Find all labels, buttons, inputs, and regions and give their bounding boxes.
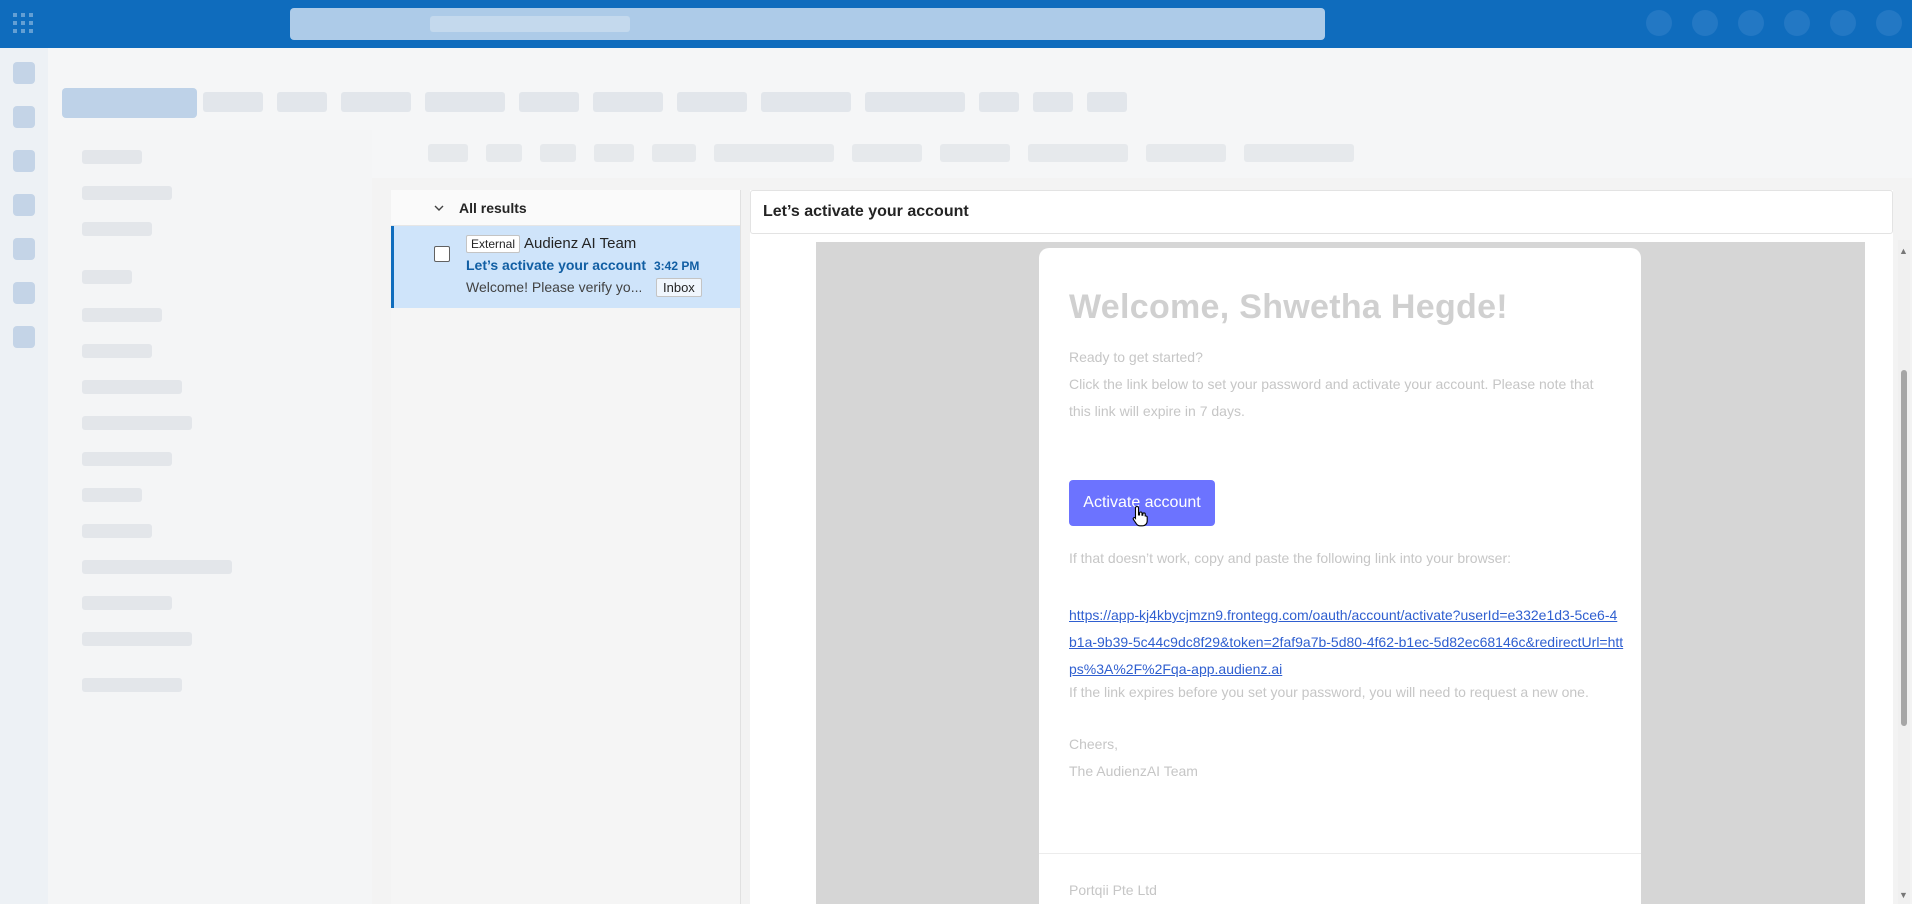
search-box[interactable] bbox=[290, 8, 1325, 40]
folder-item[interactable] bbox=[82, 524, 152, 538]
mail-app-icon[interactable] bbox=[13, 62, 35, 84]
top-action-icon[interactable] bbox=[1738, 10, 1764, 36]
filter-chip[interactable] bbox=[540, 144, 576, 162]
email-fallback-text: If that doesn’t work, copy and paste the… bbox=[1069, 550, 1512, 566]
ribbon-button[interactable] bbox=[203, 92, 263, 112]
ribbon-button[interactable] bbox=[761, 92, 851, 112]
ribbon-button[interactable] bbox=[1087, 92, 1127, 112]
top-action-icon[interactable] bbox=[1830, 10, 1856, 36]
filter-chip[interactable] bbox=[1146, 144, 1226, 162]
email-card: Welcome, Shwetha Hegde! Ready to get sta… bbox=[1039, 248, 1641, 904]
new-mail-button[interactable] bbox=[62, 88, 197, 118]
folder-pane bbox=[48, 130, 372, 904]
results-header[interactable]: All results bbox=[391, 190, 740, 226]
app-rail bbox=[0, 48, 48, 904]
email-heading: Welcome, Shwetha Hegde! bbox=[1069, 288, 1508, 326]
folder-item[interactable] bbox=[82, 560, 232, 574]
message-list: All results External Audienz AI Team Let… bbox=[391, 190, 741, 904]
ribbon-button[interactable] bbox=[341, 92, 411, 112]
folder-badge[interactable]: Inbox bbox=[656, 278, 702, 297]
top-bar bbox=[0, 0, 1912, 48]
folder-item[interactable] bbox=[82, 380, 182, 394]
filter-chip[interactable] bbox=[428, 144, 468, 162]
message-subject: Let’s activate your account bbox=[466, 257, 646, 273]
ribbon-button[interactable] bbox=[425, 92, 505, 112]
folder-item[interactable] bbox=[82, 596, 172, 610]
top-bar-actions bbox=[1646, 10, 1902, 36]
calendar-app-icon[interactable] bbox=[13, 106, 35, 128]
ribbon-button[interactable] bbox=[593, 92, 663, 112]
app-launcher-icon[interactable] bbox=[12, 12, 34, 34]
apps-icon[interactable] bbox=[13, 326, 35, 348]
ribbon-button[interactable] bbox=[979, 92, 1019, 112]
external-badge: External bbox=[466, 235, 521, 253]
ribbon-button[interactable] bbox=[865, 92, 965, 112]
folder-item[interactable] bbox=[82, 150, 142, 164]
message-preview: Welcome! Please verify yo... bbox=[466, 279, 641, 295]
email-expiry-note: If the link expires before you set your … bbox=[1069, 684, 1589, 700]
filter-chip[interactable] bbox=[1244, 144, 1354, 162]
sender-name: Audienz AI Team bbox=[524, 235, 637, 252]
ribbon-button[interactable] bbox=[1033, 92, 1073, 112]
filter-chip[interactable] bbox=[652, 144, 696, 162]
filter-chip[interactable] bbox=[852, 144, 922, 162]
ribbon-row-1 bbox=[203, 92, 1127, 112]
results-header-label: All results bbox=[459, 199, 527, 216]
ribbon-row-2 bbox=[428, 144, 1354, 162]
search-scope-chip[interactable] bbox=[430, 16, 630, 32]
folder-item[interactable] bbox=[82, 186, 172, 200]
email-signoff: Cheers, bbox=[1069, 736, 1119, 752]
email-footer-divider bbox=[1039, 853, 1641, 854]
ribbon-button[interactable] bbox=[519, 92, 579, 112]
top-action-icon[interactable] bbox=[1784, 10, 1810, 36]
folder-item[interactable] bbox=[82, 344, 152, 358]
todo-app-icon[interactable] bbox=[13, 238, 35, 260]
folder-item[interactable] bbox=[82, 270, 132, 284]
folder-item[interactable] bbox=[82, 678, 182, 692]
folder-item[interactable] bbox=[82, 632, 192, 646]
filter-chip[interactable] bbox=[940, 144, 1010, 162]
chevron-down-icon[interactable] bbox=[433, 202, 445, 214]
teams-app-icon[interactable] bbox=[13, 282, 35, 304]
email-body-canvas: Welcome, Shwetha Hegde! Ready to get sta… bbox=[816, 242, 1865, 904]
filter-chip[interactable] bbox=[594, 144, 634, 162]
folder-item[interactable] bbox=[82, 416, 192, 430]
filter-chip[interactable] bbox=[714, 144, 834, 162]
folder-item[interactable] bbox=[82, 222, 152, 236]
account-avatar[interactable] bbox=[1876, 10, 1902, 36]
filter-chip[interactable] bbox=[1028, 144, 1128, 162]
email-instructions: Click the link below to set your passwor… bbox=[1069, 376, 1594, 419]
folder-item[interactable] bbox=[82, 452, 172, 466]
top-action-icon[interactable] bbox=[1646, 10, 1672, 36]
reading-subject: Let’s activate your account bbox=[750, 190, 1893, 234]
scroll-down-icon[interactable]: ▼ bbox=[1899, 890, 1908, 900]
files-app-icon[interactable] bbox=[13, 194, 35, 216]
pointer-cursor-icon bbox=[1132, 505, 1148, 527]
reading-pane: Let’s activate your account Welcome, Shw… bbox=[750, 190, 1893, 904]
ribbon-button[interactable] bbox=[677, 92, 747, 112]
scrollbar-thumb[interactable] bbox=[1901, 370, 1907, 726]
email-intro: Ready to get started? bbox=[1069, 349, 1203, 365]
checkbox-icon[interactable] bbox=[434, 246, 450, 262]
email-team-name: The AudienzAI Team bbox=[1069, 763, 1198, 779]
activation-link[interactable]: https://app-kj4kbycjmzn9.frontegg.com/oa… bbox=[1069, 602, 1624, 683]
message-time: 3:42 PM bbox=[654, 259, 700, 273]
email-footer-company: Portqii Pte Ltd bbox=[1069, 882, 1157, 898]
scroll-up-icon[interactable]: ▲ bbox=[1899, 246, 1908, 256]
reading-scrollbar[interactable]: ▲ ▼ bbox=[1898, 240, 1910, 904]
people-app-icon[interactable] bbox=[13, 150, 35, 172]
ribbon-button[interactable] bbox=[277, 92, 327, 112]
filter-chip[interactable] bbox=[486, 144, 522, 162]
folder-item[interactable] bbox=[82, 488, 142, 502]
top-action-icon[interactable] bbox=[1692, 10, 1718, 36]
folder-item[interactable] bbox=[82, 308, 162, 322]
message-list-item[interactable]: External Audienz AI Team Let’s activate … bbox=[391, 226, 740, 308]
